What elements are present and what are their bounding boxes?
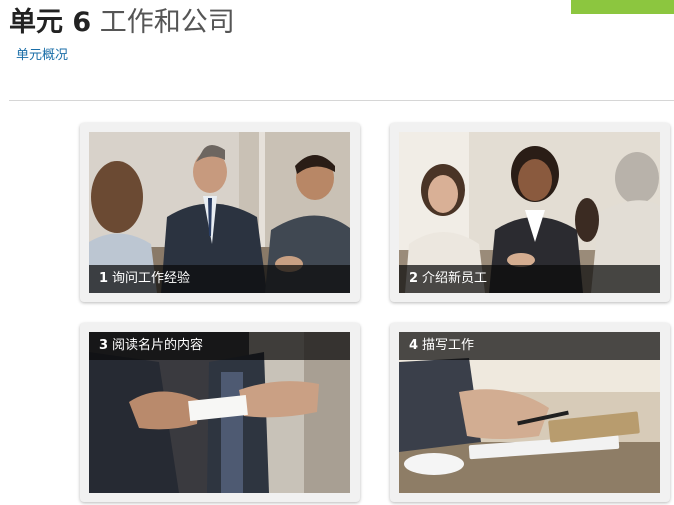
unit-title: 工作和公司 (99, 7, 235, 38)
lesson-number-4: 4 (409, 338, 419, 353)
page-title: 单元 6 工作和公司 (9, 4, 235, 42)
lesson-title-4: 描写工作 (422, 338, 475, 353)
lesson-caption-4: 4 描写工作 (399, 332, 660, 360)
lesson-caption-3: 3 阅读名片的内容 (89, 332, 350, 360)
lesson-card-1[interactable]: 1 询问工作经验 (80, 123, 360, 302)
unit-label: 单元 6 (9, 7, 92, 38)
lesson-card-4[interactable]: 4 描写工作 (390, 323, 670, 502)
lesson-card-3[interactable]: 3 阅读名片的内容 (80, 323, 360, 502)
lesson-image-4: 4 描写工作 (399, 332, 660, 493)
lesson-title-3: 阅读名片的内容 (112, 338, 204, 353)
lesson-title-1: 询问工作经验 (112, 271, 191, 286)
header-divider (9, 100, 674, 101)
lesson-caption-2: 2 介绍新员工 (399, 265, 660, 293)
lesson-number-1: 1 (99, 271, 109, 286)
lesson-image-1: 1 询问工作经验 (89, 132, 350, 293)
lesson-image-3: 3 阅读名片的内容 (89, 332, 350, 493)
lesson-title-2: 介绍新员工 (422, 271, 488, 286)
lesson-number-2: 2 (409, 271, 419, 286)
lesson-caption-1: 1 询问工作经验 (89, 265, 350, 293)
lesson-card-2[interactable]: 2 介绍新员工 (390, 123, 670, 302)
lesson-number-3: 3 (99, 338, 109, 353)
accent-bar (571, 0, 674, 14)
unit-overview-link[interactable]: 单元概况 (16, 47, 68, 65)
lesson-image-2: 2 介绍新员工 (399, 132, 660, 293)
